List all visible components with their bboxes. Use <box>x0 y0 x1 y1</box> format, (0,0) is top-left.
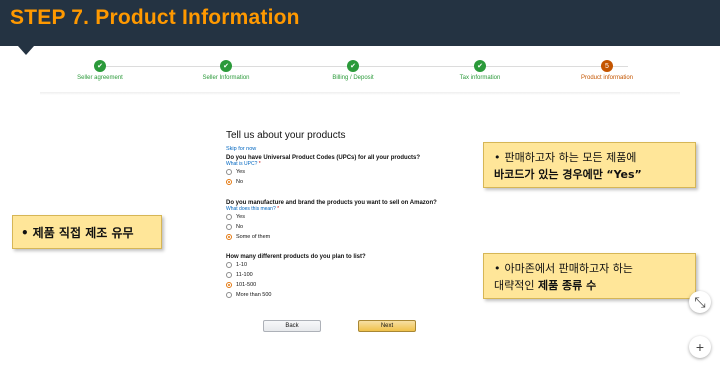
divider <box>40 92 680 95</box>
bullet: • <box>494 151 501 164</box>
callout-manufacture: • 제품 직접 제조 유무 <box>12 215 162 249</box>
radio-icon[interactable] <box>226 282 232 288</box>
radio-label: Yes <box>236 169 245 175</box>
radio-manufacture-some[interactable]: Some of them <box>226 232 486 242</box>
header-bar: STEP 7. Product Information <box>0 0 720 46</box>
radio-count-11-100[interactable]: 11-100 <box>226 270 486 280</box>
callout-text: 판매하고자 하는 모든 제품에 <box>504 151 637 164</box>
help-text[interactable]: What does this mean? <box>226 206 276 212</box>
radio-count-1-10[interactable]: 1-10 <box>226 260 486 270</box>
step-label: Product information <box>580 75 634 81</box>
radio-icon[interactable] <box>226 179 232 185</box>
next-button[interactable]: Next <box>358 320 416 332</box>
bullet: • <box>494 262 501 275</box>
page-title: STEP 7. Product Information <box>10 6 300 29</box>
radio-label: No <box>236 179 244 185</box>
radio-label: 1-10 <box>236 262 248 268</box>
step-seller-information: ✔ Seller Information <box>166 56 286 81</box>
step-label: Seller agreement <box>77 75 123 81</box>
radio-icon[interactable] <box>226 272 232 278</box>
check-icon: ✔ <box>220 60 232 72</box>
step-number: 5 <box>601 60 613 72</box>
step-product-information: 5 Product information <box>547 56 667 81</box>
radio-label: Some of them <box>236 234 271 240</box>
check-icon: ✔ <box>474 60 486 72</box>
check-icon: ✔ <box>347 60 359 72</box>
callout-text-bold: 바코드가 있는 경우에만 <box>494 168 603 181</box>
product-form: Tell us about your products Skip for now… <box>226 130 486 300</box>
collapse-icon[interactable]: ⤡ <box>689 291 711 313</box>
callout-upc: • 판매하고자 하는 모든 제품에 바코드가 있는 경우에만 “Yes” <box>483 142 696 188</box>
radio-upc-yes[interactable]: Yes <box>226 167 486 177</box>
radio-label: 11-100 <box>236 272 253 278</box>
step-seller-agreement: ✔ Seller agreement <box>40 56 160 81</box>
bullet: • <box>21 226 29 240</box>
step-label: Tax information <box>459 75 501 81</box>
radio-upc-no[interactable]: No <box>226 177 486 187</box>
callout-text: 대략적인 <box>494 279 535 292</box>
plus-icon[interactable]: + <box>689 336 711 358</box>
skip-link[interactable]: Skip for now <box>226 146 486 152</box>
radio-label: Yes <box>236 214 245 220</box>
header-notch <box>18 46 34 55</box>
radio-icon[interactable] <box>226 262 232 268</box>
progress-steps: ✔ Seller agreement ✔ Seller Information … <box>40 56 680 90</box>
callout-text-bold: 제품 종류 수 <box>537 279 597 292</box>
radio-icon[interactable] <box>226 214 232 220</box>
step-label: Billing / Deposit <box>332 75 374 81</box>
radio-label: 101-500 <box>236 282 257 288</box>
radio-icon[interactable] <box>226 234 232 240</box>
step-label: Seller Information <box>202 75 250 81</box>
step-tax-information: ✔ Tax information <box>420 56 540 81</box>
radio-manufacture-no[interactable]: No <box>226 222 486 232</box>
radio-count-101-500[interactable]: 101-500 <box>226 280 486 290</box>
radio-count-500-plus[interactable]: More than 500 <box>226 290 486 300</box>
form-title: Tell us about your products <box>226 130 346 141</box>
radio-label: No <box>236 224 244 230</box>
check-icon: ✔ <box>94 60 106 72</box>
callout-product-count: • 아마존에서 판매하고자 하는 대략적인 제품 종류 수 <box>483 253 696 299</box>
help-text[interactable]: What is UPC? <box>226 161 257 167</box>
callout-text: 제품 직접 제조 유무 <box>32 226 134 240</box>
required-mark: * <box>258 161 261 167</box>
radio-icon[interactable] <box>226 292 232 298</box>
required-mark: * <box>277 206 280 212</box>
radio-icon[interactable] <box>226 224 232 230</box>
step-billing-deposit: ✔ Billing / Deposit <box>293 56 413 81</box>
callout-text-quote: “Yes” <box>606 168 642 181</box>
radio-icon[interactable] <box>226 169 232 175</box>
radio-manufacture-yes[interactable]: Yes <box>226 212 486 222</box>
back-button[interactable]: Back <box>263 320 321 332</box>
callout-text: 아마존에서 판매하고자 하는 <box>504 262 633 275</box>
radio-label: More than 500 <box>236 292 272 298</box>
